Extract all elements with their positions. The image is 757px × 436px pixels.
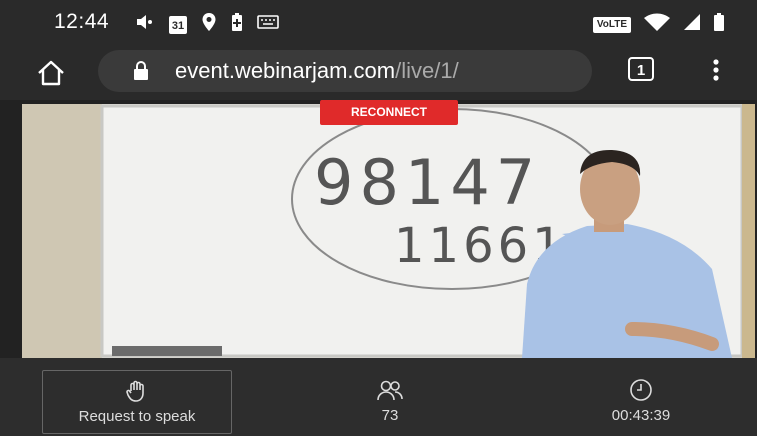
request-to-speak-label: Request to speak [78, 408, 196, 425]
battery-icon [713, 12, 725, 37]
url-host: event.webinarjam.com [175, 58, 396, 83]
lock-icon [132, 60, 150, 87]
raise-hand-icon [125, 379, 149, 407]
calendar-day: 31 [171, 19, 185, 32]
elapsed-timer: 00:43:39 [586, 370, 696, 432]
clock-icon [629, 378, 653, 406]
attendees-indicator: 73 [340, 370, 440, 432]
request-to-speak-button[interactable]: Request to speak [42, 370, 232, 434]
status-time: 12:44 [54, 10, 110, 33]
battery-saver-icon [231, 12, 243, 37]
board-line-1: 98147 [314, 146, 541, 219]
reconnect-button[interactable]: RECONNECT [320, 100, 458, 125]
location-icon [201, 12, 217, 37]
status-bar: 12:44 31 VoLTE [0, 0, 757, 44]
keyboard-icon [257, 14, 279, 35]
attendees-count: 73 [381, 407, 399, 424]
calendar-icon: 31 [169, 15, 187, 34]
volte-text: VoLTE [596, 18, 627, 30]
url-text[interactable]: event.webinarjam.com/live/1/ [175, 58, 587, 84]
status-right-icons: VoLTE [592, 12, 725, 37]
video-frame: 98147 11661 [22, 104, 755, 358]
tab-switcher-button[interactable]: 1 [628, 57, 654, 81]
video-player[interactable]: 98147 11661 [22, 104, 755, 358]
volume-icon [135, 13, 155, 36]
signal-icon [683, 13, 701, 36]
volte-icon: VoLTE [592, 16, 631, 33]
home-icon[interactable] [36, 60, 66, 91]
timer-text: 00:43:39 [611, 407, 671, 424]
attendees-icon [376, 378, 404, 406]
wifi-icon [643, 13, 671, 36]
more-menu-icon[interactable] [712, 58, 720, 87]
url-path: /live/1/ [395, 58, 459, 83]
status-left-icons: 31 [135, 12, 279, 37]
tab-count: 1 [636, 62, 646, 79]
